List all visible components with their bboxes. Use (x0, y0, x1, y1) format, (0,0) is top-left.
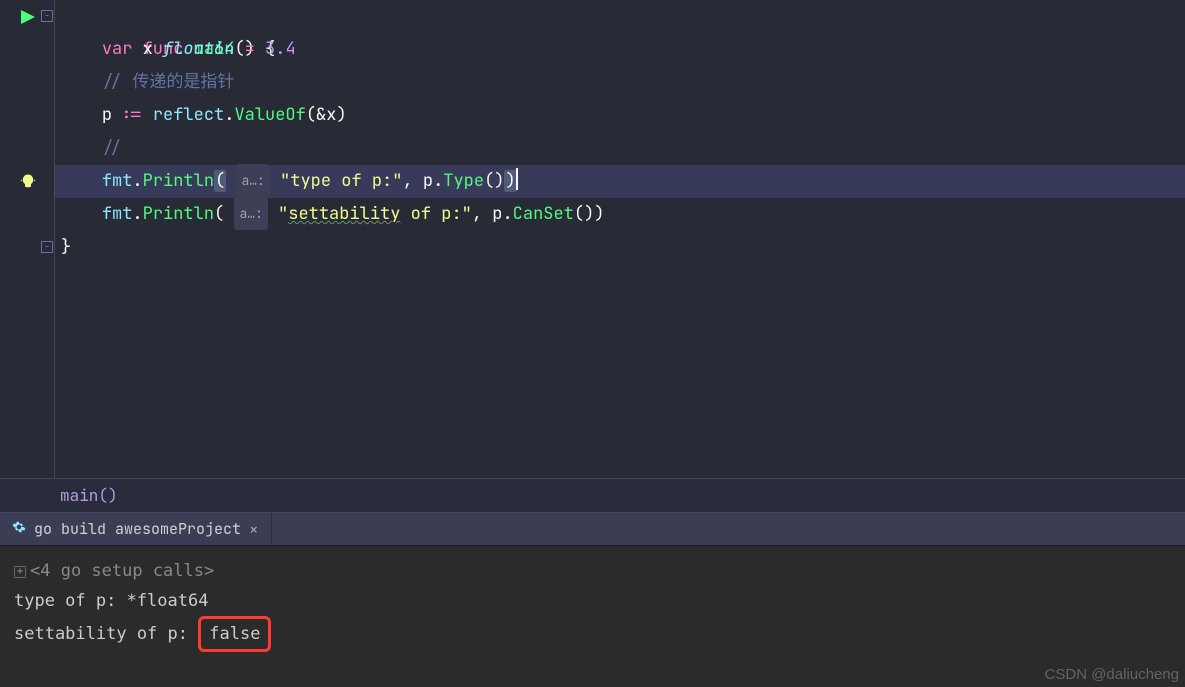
code-line[interactable]: // 传递的是指针 (55, 66, 1185, 99)
fold-minus-icon[interactable]: − (41, 241, 53, 253)
intention-bulb-icon[interactable] (0, 165, 55, 198)
console-line: type of p: *float64 (14, 586, 1171, 616)
code-line[interactable]: p := reflect.ValueOf(&x) (55, 99, 1185, 132)
highlight-box: false (198, 616, 271, 652)
run-config-tab[interactable]: go build awesomeProject × (0, 513, 272, 545)
editor-pane: −func main() { var x float64 = 3.4 // 传递… (0, 0, 1185, 478)
code-area[interactable]: −func main() { var x float64 = 3.4 // 传递… (55, 0, 1185, 478)
gear-icon (12, 519, 26, 539)
editor-gutter (0, 0, 55, 478)
code-line[interactable]: −func main() { (55, 0, 1185, 33)
close-tab-button[interactable]: × (249, 519, 259, 540)
text-cursor (516, 168, 518, 190)
code-line[interactable]: fmt.Println( a…: "settability of p:", p.… (55, 198, 1185, 231)
param-hint: a…: (236, 164, 269, 197)
spellcheck-warning[interactable]: settability (288, 203, 400, 225)
expand-icon[interactable]: + (14, 566, 26, 578)
code-line[interactable]: // (55, 132, 1185, 165)
console-output[interactable]: +<4 go setup calls> type of p: *float64 … (0, 546, 1185, 687)
watermark-text: CSDN @daliucheng (1045, 666, 1179, 683)
console-line: +<4 go setup calls> (14, 556, 1171, 586)
param-hint: a…: (234, 197, 267, 230)
run-tool-tabbar: go build awesomeProject × (0, 512, 1185, 546)
code-line[interactable]: var x float64 = 3.4 (55, 33, 1185, 66)
breadcrumb-item[interactable]: main() (60, 485, 118, 506)
code-line[interactable]: −} (55, 231, 1185, 264)
tab-label: go build awesomeProject (34, 519, 241, 539)
fold-minus-icon[interactable]: − (41, 10, 53, 22)
code-line-active[interactable]: fmt.Println( a…: "type of p:", p.Type()) (55, 165, 1185, 198)
breadcrumb[interactable]: main() (0, 478, 1185, 512)
console-line: settability of p: false (14, 616, 1171, 646)
